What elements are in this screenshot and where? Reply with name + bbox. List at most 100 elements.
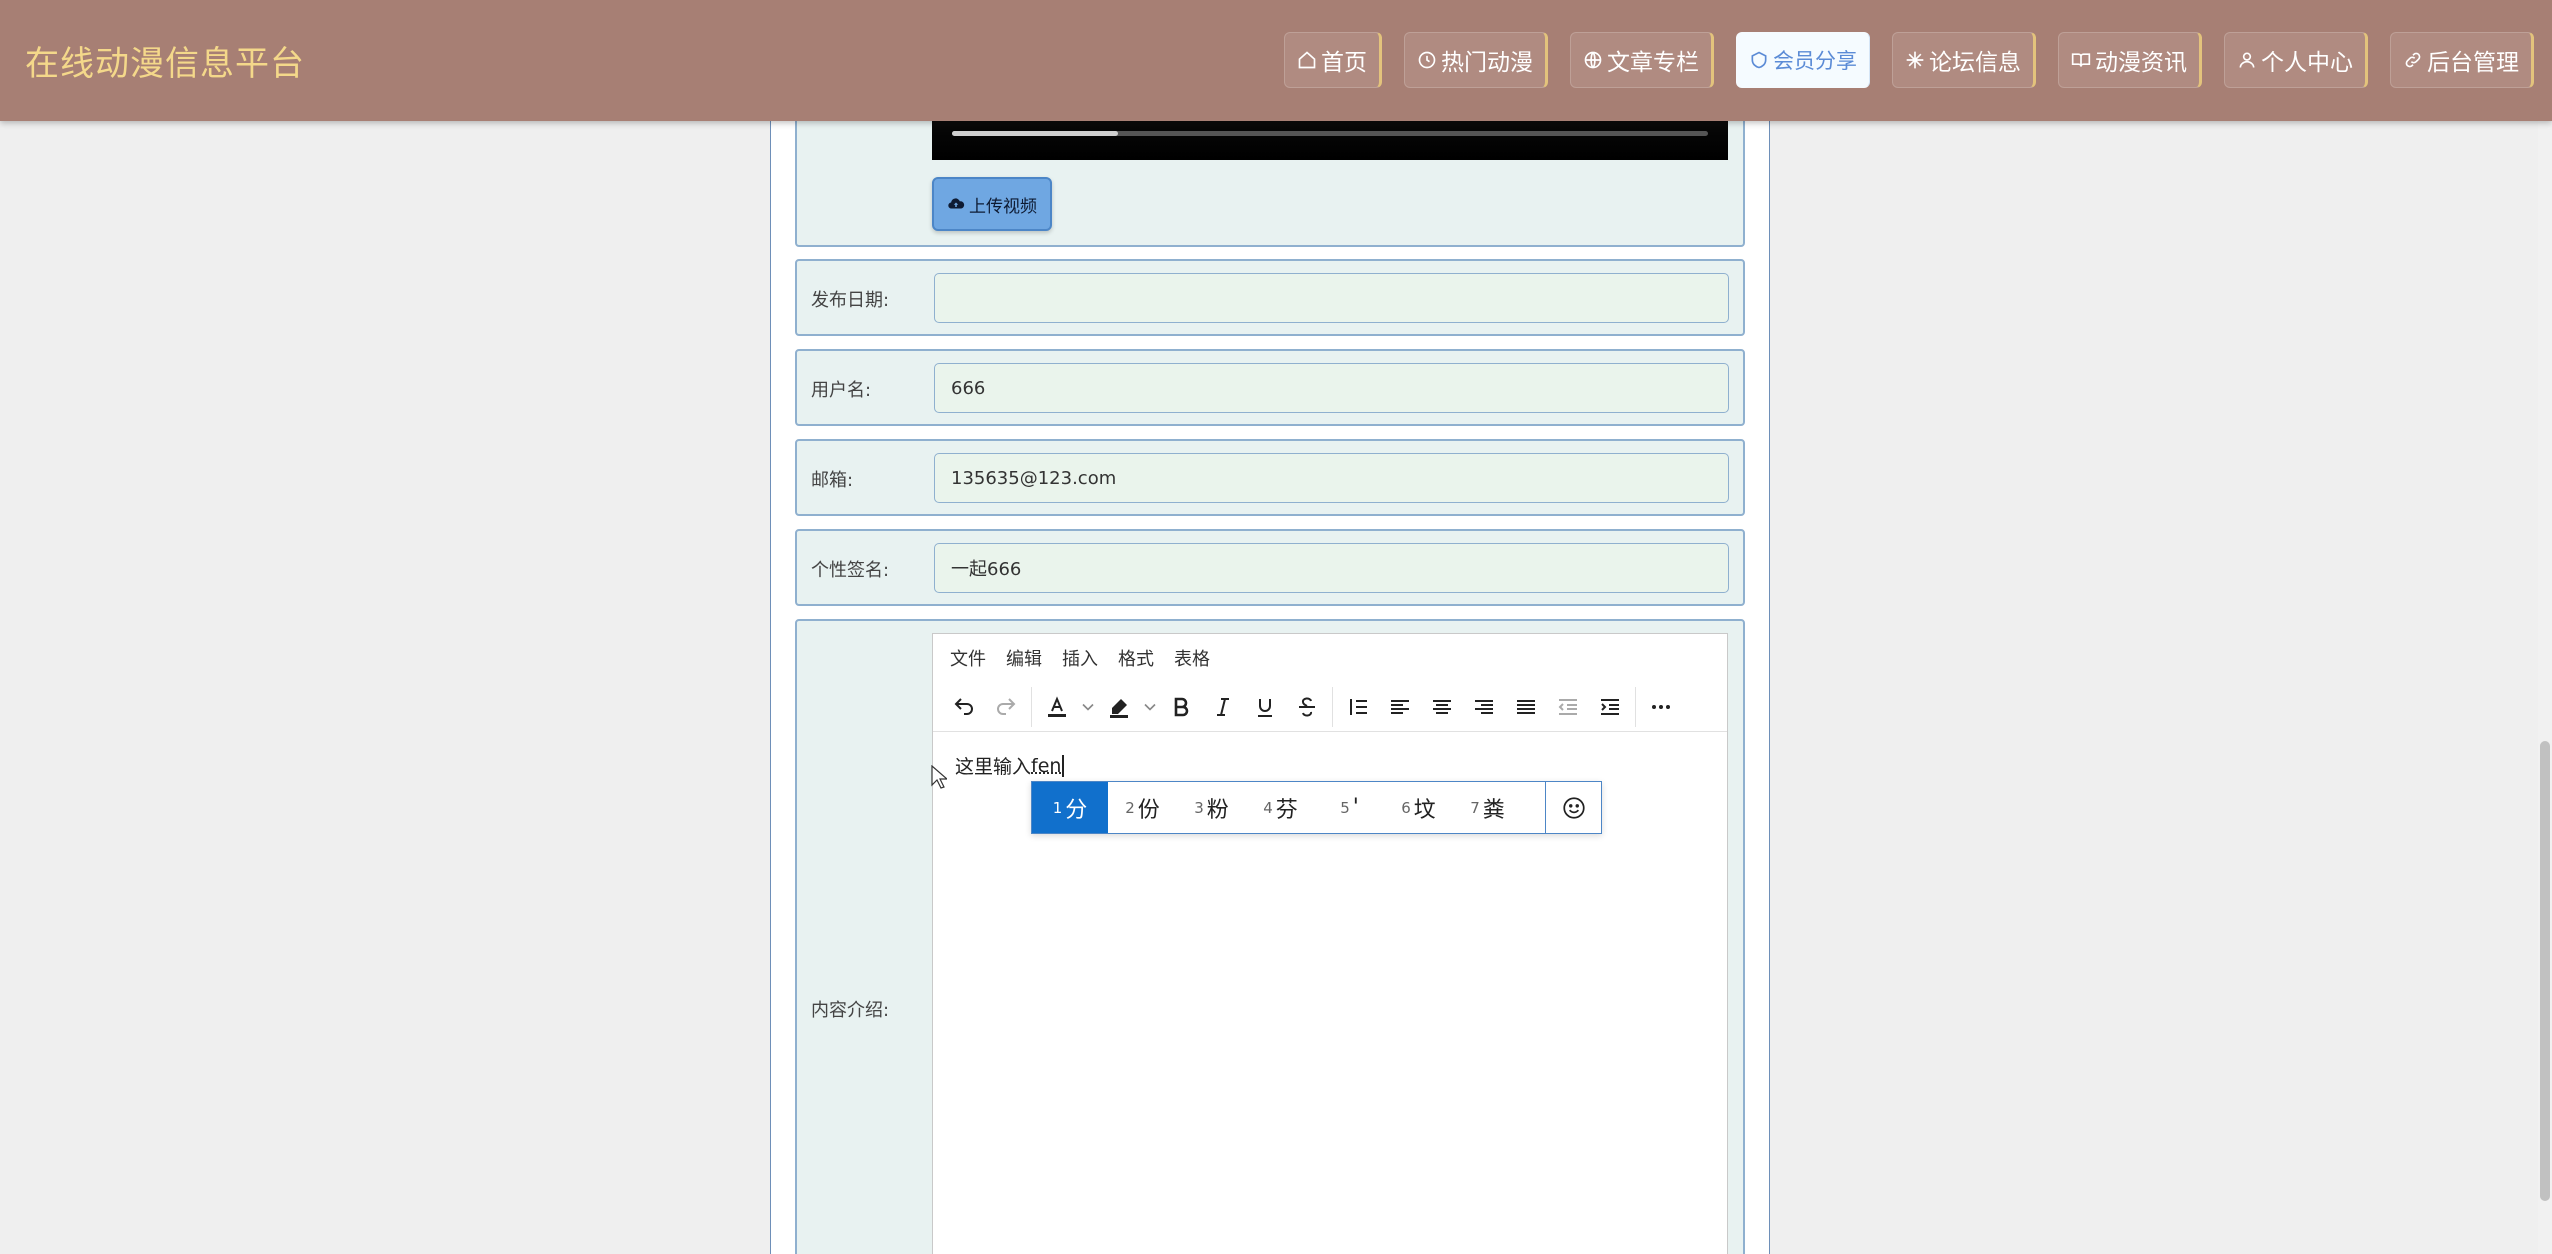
text-color-icon xyxy=(1045,695,1069,719)
bold-icon xyxy=(1169,695,1193,719)
signature-input[interactable]: 一起666 xyxy=(934,543,1729,593)
site-title[interactable]: 在线动漫信息平台 xyxy=(25,36,305,85)
candidate-text: 粪 xyxy=(1483,792,1505,824)
chevron-down-icon xyxy=(1078,695,1098,719)
redo-icon xyxy=(994,695,1018,719)
menu-edit[interactable]: 编辑 xyxy=(1006,645,1042,671)
candidate-number: 1 xyxy=(1053,799,1063,817)
undo-button[interactable] xyxy=(943,687,985,727)
email-input[interactable]: 135635@123.com xyxy=(934,453,1729,503)
candidate-number: 7 xyxy=(1470,799,1480,817)
align-justify-icon xyxy=(1514,695,1538,719)
text-caret xyxy=(1062,755,1064,777)
email-row: 邮箱: 135635@123.com xyxy=(795,439,1745,516)
nav-admin[interactable]: 后台管理 xyxy=(2390,32,2534,88)
smiley-icon xyxy=(1561,795,1587,821)
page-scrollbar[interactable] xyxy=(2538,121,2552,1254)
ime-emoji-button[interactable] xyxy=(1545,782,1601,833)
video-progress-track[interactable] xyxy=(952,131,1708,136)
candidate-text: 份 xyxy=(1138,792,1160,824)
candidate-text: 芬 xyxy=(1276,792,1298,824)
align-center-button[interactable] xyxy=(1421,687,1463,727)
ime-candidate[interactable]: 5 ' xyxy=(1315,782,1384,833)
candidate-number: 5 xyxy=(1340,799,1350,817)
signature-label: 个性签名: xyxy=(811,556,889,582)
shield-icon xyxy=(1749,50,1769,70)
underline-icon xyxy=(1253,695,1277,719)
nav-personal-center[interactable]: 个人中心 xyxy=(2224,32,2368,88)
signature-row: 个性签名: 一起666 xyxy=(795,529,1745,606)
strikethrough-button[interactable] xyxy=(1286,687,1328,727)
ime-candidate[interactable]: 1 分 xyxy=(1032,782,1108,833)
editor-menubar: 文件 编辑 插入 格式 表格 xyxy=(933,634,1727,682)
undo-icon xyxy=(952,695,976,719)
candidate-number: 2 xyxy=(1125,799,1135,817)
ime-candidate[interactable]: 3 粉 xyxy=(1177,782,1246,833)
bold-button[interactable] xyxy=(1160,687,1202,727)
ime-candidate[interactable]: 2 份 xyxy=(1108,782,1177,833)
nav-member-share[interactable]: 会员分享 xyxy=(1736,32,1870,88)
nav-articles[interactable]: 文章专栏 xyxy=(1570,32,1714,88)
top-navbar: 在线动漫信息平台 首页 热门动漫 文章专栏 会员分享 论坛信息 动漫资讯 个人中… xyxy=(0,0,2552,121)
cloud-upload-icon xyxy=(947,195,965,213)
link-icon xyxy=(2403,50,2423,70)
align-justify-button[interactable] xyxy=(1505,687,1547,727)
ime-candidate[interactable]: 7 粪 xyxy=(1453,782,1522,833)
more-button[interactable] xyxy=(1640,687,1682,727)
highlight-dropdown[interactable] xyxy=(1140,687,1160,727)
toolbar-divider xyxy=(1332,687,1333,727)
italic-icon xyxy=(1211,695,1235,719)
scrollbar-thumb[interactable] xyxy=(2540,741,2550,1201)
globe-icon xyxy=(1583,50,1603,70)
publish-date-label: 发布日期: xyxy=(811,286,889,312)
outdent-button[interactable] xyxy=(1547,687,1589,727)
menu-insert[interactable]: 插入 xyxy=(1062,645,1098,671)
more-icon xyxy=(1649,695,1673,719)
user-icon xyxy=(2237,50,2257,70)
nav-hot-anime[interactable]: 热门动漫 xyxy=(1404,32,1548,88)
nav-home[interactable]: 首页 xyxy=(1284,32,1382,88)
snowflake-icon xyxy=(1905,50,1925,70)
candidate-number: 3 xyxy=(1194,799,1204,817)
candidate-text: ' xyxy=(1353,795,1359,820)
ime-candidate-window: 1 分 2 份 3 粉 4 芬 5 ' 6 坟 7 粪 xyxy=(1031,781,1602,834)
ime-candidate[interactable]: 4 芬 xyxy=(1246,782,1315,833)
upload-video-button[interactable]: 上传视频 xyxy=(932,177,1052,231)
nav-anime-news-label: 动漫资讯 xyxy=(2095,43,2187,77)
strikethrough-icon xyxy=(1295,695,1319,719)
text-color-dropdown[interactable] xyxy=(1078,687,1098,727)
align-left-button[interactable] xyxy=(1379,687,1421,727)
upload-video-label: 上传视频 xyxy=(969,192,1037,217)
username-input[interactable]: 666 xyxy=(934,363,1729,413)
highlight-icon xyxy=(1107,695,1131,719)
nav-forum[interactable]: 论坛信息 xyxy=(1892,32,2036,88)
editor-toolbar xyxy=(933,682,1727,732)
editor-content[interactable]: 这里输入 fen xyxy=(955,752,1064,779)
text-color-button[interactable] xyxy=(1036,687,1078,727)
candidate-number: 4 xyxy=(1263,799,1273,817)
menu-file[interactable]: 文件 xyxy=(950,645,986,671)
nav-member-share-label: 会员分享 xyxy=(1773,45,1857,75)
highlight-button[interactable] xyxy=(1098,687,1140,727)
redo-button[interactable] xyxy=(985,687,1027,727)
menu-format[interactable]: 格式 xyxy=(1118,645,1154,671)
menu-table[interactable]: 表格 xyxy=(1174,645,1210,671)
nav-anime-news[interactable]: 动漫资讯 xyxy=(2058,32,2202,88)
indent-button[interactable] xyxy=(1589,687,1631,727)
content-label: 内容介绍: xyxy=(811,996,889,1022)
align-right-button[interactable] xyxy=(1463,687,1505,727)
line-height-button[interactable] xyxy=(1337,687,1379,727)
align-right-icon xyxy=(1472,695,1496,719)
candidate-text: 粉 xyxy=(1207,792,1229,824)
indent-icon xyxy=(1598,695,1622,719)
ime-candidate[interactable]: 6 坟 xyxy=(1384,782,1453,833)
publish-date-input[interactable] xyxy=(934,273,1729,323)
nav-home-label: 首页 xyxy=(1321,43,1367,77)
publish-date-row: 发布日期: xyxy=(795,259,1745,336)
toolbar-divider xyxy=(1031,687,1032,727)
book-open-icon xyxy=(2071,50,2091,70)
italic-button[interactable] xyxy=(1202,687,1244,727)
nav-hot-anime-label: 热门动漫 xyxy=(1441,43,1533,77)
underline-button[interactable] xyxy=(1244,687,1286,727)
line-height-icon xyxy=(1346,695,1370,719)
